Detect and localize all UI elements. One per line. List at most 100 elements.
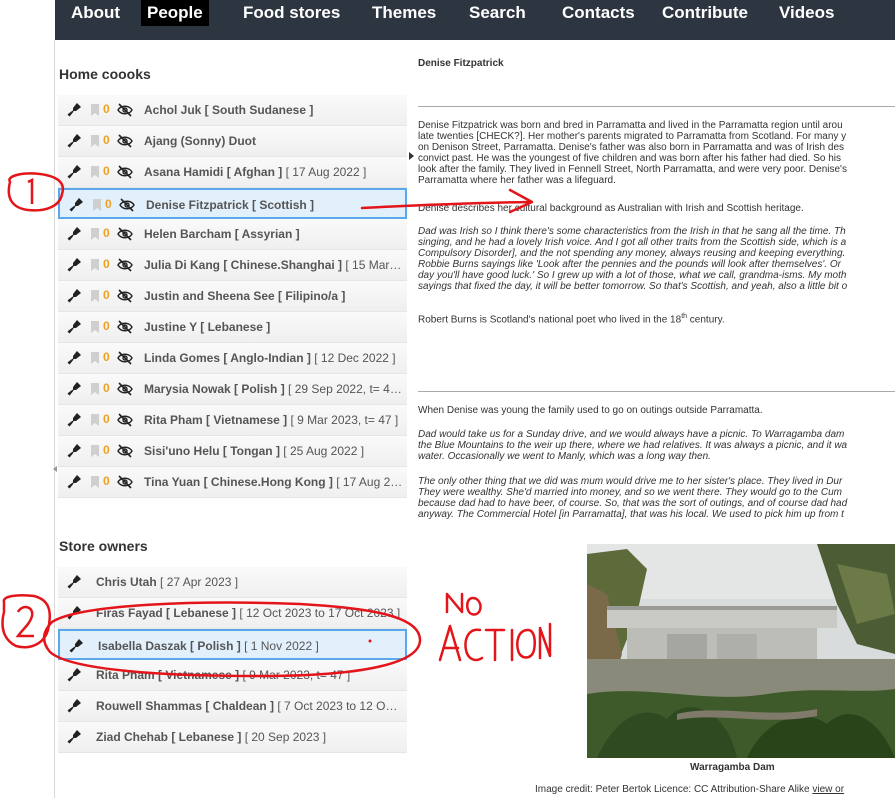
microphone-icon[interactable] xyxy=(67,574,83,590)
hidden-eye-icon[interactable] xyxy=(117,382,133,396)
hidden-eye-icon[interactable] xyxy=(119,198,135,212)
microphone-icon[interactable] xyxy=(67,667,83,683)
hidden-eye-icon[interactable] xyxy=(117,258,133,272)
nav-contacts[interactable]: Contacts xyxy=(556,0,641,26)
article-line: convict past. He was the youngest of fiv… xyxy=(418,153,842,164)
nav-videos[interactable]: Videos xyxy=(773,0,840,26)
home-cook-row[interactable]: 0 Sisi'uno Helu [ Tongan ] [ 25 Aug 2022 … xyxy=(58,436,407,467)
cook-date: [ 17 Aug 2022 ] xyxy=(282,165,367,179)
microphone-icon[interactable] xyxy=(67,164,83,180)
hidden-eye-icon[interactable] xyxy=(117,165,133,179)
hidden-eye-icon[interactable] xyxy=(117,103,133,117)
article-line: late twenties [CHECK?]. Her mother's par… xyxy=(418,131,847,142)
hidden-eye-icon[interactable] xyxy=(117,413,133,427)
microphone-icon[interactable] xyxy=(67,319,83,335)
recipe-count: 0 xyxy=(105,197,112,211)
microphone-icon[interactable] xyxy=(69,638,85,654)
microphone-icon[interactable] xyxy=(67,729,83,745)
nav-food-stores[interactable]: Food stores xyxy=(237,0,346,26)
home-cook-row[interactable]: 0 Julia Di Kang [ Chinese.Shanghai ] [ 15… xyxy=(58,250,407,281)
view-original-link[interactable]: view or xyxy=(812,784,844,795)
annotation-digit-1 xyxy=(27,177,34,204)
article-paragraph-burns: Robert Burns is Scotland's national poet… xyxy=(418,313,725,326)
article-line: day you'll have good luck.' So I grew up… xyxy=(418,270,847,281)
nav-themes[interactable]: Themes xyxy=(366,0,442,26)
bookmark-icon[interactable] xyxy=(91,166,99,178)
home-cooks-heading: Home coooks xyxy=(59,66,151,82)
hidden-eye-icon[interactable] xyxy=(117,289,133,303)
cook-name: Justin and Sheena See [ Filipino/a ] xyxy=(144,289,346,303)
home-cook-row[interactable]: 0 Linda Gomes [ Anglo-Indian ] [ 12 Dec 2… xyxy=(58,343,407,374)
microphone-icon[interactable] xyxy=(67,698,83,714)
microphone-icon[interactable] xyxy=(67,133,83,149)
hidden-eye-icon[interactable] xyxy=(117,227,133,241)
microphone-icon[interactable] xyxy=(67,443,83,459)
microphone-icon[interactable] xyxy=(67,381,83,397)
home-cook-row[interactable]: 0 Tina Yuan [ Chinese.Hong Kong ] [ 17 Au… xyxy=(58,467,407,498)
nav-search[interactable]: Search xyxy=(463,0,532,26)
microphone-icon[interactable] xyxy=(67,257,83,273)
microphone-icon[interactable] xyxy=(67,102,83,118)
nav-contribute[interactable]: Contribute xyxy=(656,0,754,26)
store-owners-heading: Store owners xyxy=(59,538,148,554)
hidden-eye-icon[interactable] xyxy=(117,134,133,148)
home-cook-row[interactable]: 0 Justin and Sheena See [ Filipino/a ] xyxy=(58,281,407,312)
store-owner-row[interactable]: Ziad Chehab [ Lebanese ] [ 20 Sep 2023 ] xyxy=(58,722,407,753)
store-owner-row[interactable]: Rita Pham [ Vietnamese ] [ 9 Mar 2023, t… xyxy=(58,660,407,691)
article-line: Dad was Irish so I think there's some ch… xyxy=(418,226,846,237)
home-cook-row[interactable]: 0 Ajang (Sonny) Duot xyxy=(58,126,407,157)
home-cook-row[interactable]: 0 Helen Barcham [ Assyrian ] xyxy=(58,219,407,250)
store-owner-row[interactable]: Firas Fayad [ Lebanese ] [ 12 Oct 2023 t… xyxy=(58,598,407,629)
annotation-c-letter xyxy=(464,628,484,662)
cook-name: Linda Gomes [ Anglo-Indian ] xyxy=(144,351,311,365)
home-cook-row[interactable]: 0 Achol Juk [ South Sudanese ] xyxy=(58,95,407,126)
hidden-eye-icon[interactable] xyxy=(117,320,133,334)
cook-date: [ 17 Aug 2… xyxy=(332,475,403,489)
home-cook-row[interactable]: 0 Justine Y [ Lebanese ] xyxy=(58,312,407,343)
recipe-count: 0 xyxy=(103,288,110,302)
store-owner-row[interactable]: Rouwell Shammas [ Chaldean ] [ 7 Oct 202… xyxy=(58,691,407,722)
nav-about[interactable]: About xyxy=(65,0,126,26)
article-line: The only other thing that we did was mum… xyxy=(418,476,843,487)
hidden-eye-icon[interactable] xyxy=(117,475,133,489)
bookmark-icon[interactable] xyxy=(91,445,99,457)
microphone-icon[interactable] xyxy=(69,197,85,213)
bookmark-icon[interactable] xyxy=(91,414,99,426)
bookmark-icon[interactable] xyxy=(91,228,99,240)
article-line: They were wealthy. She'd married into mo… xyxy=(418,487,842,498)
home-cook-row[interactable]: 0 Asana Hamidi [ Afghan ] [ 17 Aug 2022 ] xyxy=(58,157,407,188)
bookmark-icon[interactable] xyxy=(91,290,99,302)
bookmark-icon[interactable] xyxy=(91,383,99,395)
owner-date: [ 27 Apr 2023 ] xyxy=(156,575,239,589)
microphone-icon[interactable] xyxy=(67,350,83,366)
microphone-icon[interactable] xyxy=(67,605,83,621)
bookmark-icon[interactable] xyxy=(93,199,101,211)
microphone-icon[interactable] xyxy=(67,288,83,304)
microphone-icon[interactable] xyxy=(67,474,83,490)
home-cook-row[interactable]: 0 Rita Pham [ Vietnamese ] [ 9 Mar 2023, … xyxy=(58,405,407,436)
bookmark-icon[interactable] xyxy=(91,476,99,488)
microphone-icon[interactable] xyxy=(67,412,83,428)
bookmark-icon[interactable] xyxy=(91,259,99,271)
annotation-a-letter xyxy=(438,624,462,662)
expand-arrow-icon[interactable] xyxy=(409,152,414,160)
article-title: Denise Fitzpatrick xyxy=(418,58,504,69)
annotation-n-letter xyxy=(445,592,464,614)
cook-name: Achol Juk [ South Sudanese ] xyxy=(144,103,314,117)
hidden-eye-icon[interactable] xyxy=(117,351,133,365)
microphone-icon[interactable] xyxy=(67,226,83,242)
store-owner-row[interactable]: Chris Utah [ 27 Apr 2023 ] xyxy=(58,567,407,598)
bookmark-icon[interactable] xyxy=(91,352,99,364)
bookmark-icon[interactable] xyxy=(91,321,99,333)
bookmark-icon[interactable] xyxy=(91,104,99,116)
collapse-arrow-icon[interactable] xyxy=(53,466,57,472)
home-cook-row[interactable]: 0 Denise Fitzpatrick [ Scottish ] xyxy=(58,188,407,219)
owner-name: Isabella Daszak [ Polish ] xyxy=(98,639,241,653)
home-cook-row[interactable]: 0 Marysia Nowak [ Polish ] [ 29 Sep 2022,… xyxy=(58,374,407,405)
nav-people[interactable]: People xyxy=(141,0,209,26)
store-owner-row[interactable]: Isabella Daszak [ Polish ] [ 1 Nov 2022 … xyxy=(58,629,407,660)
annotation-o2-letter xyxy=(516,628,536,659)
bookmark-icon[interactable] xyxy=(91,135,99,147)
hidden-eye-icon[interactable] xyxy=(117,444,133,458)
top-nav: About People Food stores Themes Search C… xyxy=(55,0,895,40)
